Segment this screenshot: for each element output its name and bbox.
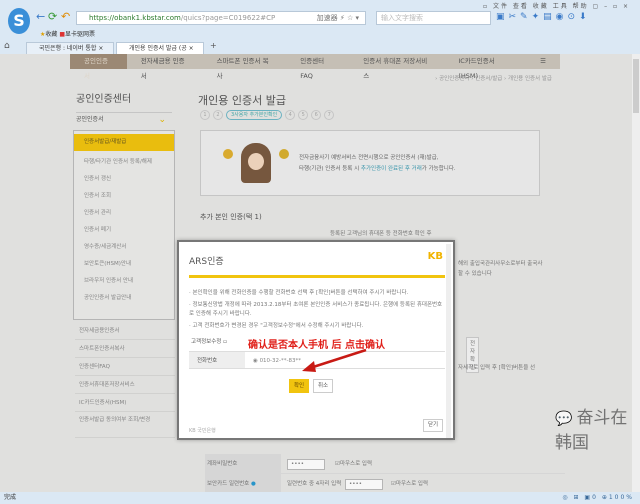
url-path: /quics?page=C019622#CP [180, 14, 276, 22]
phone-label: 전화번호 [189, 352, 245, 368]
close-button[interactable]: 닫기 [423, 419, 443, 432]
undo-icon[interactable]: ↶ [61, 10, 70, 23]
tab-label: 개인용 인증서 발급 (공 [129, 45, 187, 52]
refresh-icon[interactable]: ⟳ [48, 10, 57, 23]
confirm-button[interactable]: 확인 [289, 379, 309, 393]
tab-label: 국민은행 : 네이버 통합 [39, 45, 97, 52]
tab-kb-active[interactable]: 개인용 인증서 발급 (공 × [116, 42, 204, 54]
annotation-arrow [302, 348, 367, 372]
scrollbar-thumb[interactable] [633, 59, 639, 113]
title-divider [189, 275, 445, 278]
note: · 본인확인을 위해 전화인증을 수행할 전화번호 선택 후 [확인]버튼을 선… [189, 290, 409, 296]
note: · 고객 전화번호가 변경된 경우 "고객정보수정"에서 수정해 주시기 바랍니… [189, 323, 364, 329]
bookmark-item[interactable]: 收藏 [45, 31, 57, 38]
home-icon[interactable]: ⌂ [4, 41, 10, 51]
back-icon[interactable]: ← [36, 10, 45, 23]
kb-logo: KB [427, 251, 443, 262]
tab-bar: ⌂ 국민은행 : 네이버 통합 × 개인용 인증서 발급 (공 × + [0, 41, 640, 54]
status-bar: 完成 ◎ ⊞ ▣0 ⊕100% [0, 492, 640, 504]
dialog-footer: KB 국민은행 [189, 428, 216, 434]
dialog-notes: · 본인확인을 위해 전화인증을 수행할 전화번호 선택 후 [확인]버튼을 선… [189, 289, 447, 334]
customer-info-link[interactable]: 고객정보수정 ▫ [191, 337, 227, 345]
menu-bar[interactable]: ▫ 文件 查看 收藏 工具 帮助 ▢ – ▫ × [483, 1, 630, 10]
tab-naver[interactable]: 국민은행 : 네이버 통합 × [26, 42, 114, 54]
status-text: 完成 [4, 494, 17, 501]
browser-chrome: S ← ⟳ ↶ https://obank1.kbstar.com/quics?… [0, 0, 640, 54]
new-tab-icon[interactable]: + [210, 41, 217, 50]
bookmark-item[interactable]: 显卡驱网票 [65, 31, 95, 38]
url-host: https://obank1.kbstar.com [89, 14, 181, 22]
toolbar-icons[interactable]: ▣✂✎✦▤◉⊙⬇ [496, 12, 591, 22]
address-bar[interactable]: https://obank1.kbstar.com/quics?page=C01… [76, 11, 366, 25]
browser-logo: S [8, 8, 30, 34]
search-input[interactable]: 输入文字搜索 [376, 11, 491, 25]
cancel-button[interactable]: 취소 [313, 379, 333, 393]
page-scrollbar[interactable] [632, 54, 640, 492]
phone-radio[interactable]: ◉ 010-32-**-83** [253, 352, 301, 370]
phone-number: 010-32-**-83** [259, 358, 302, 364]
dialog-scrollbar[interactable] [446, 244, 451, 438]
status-icons[interactable]: ◎ ⊞ ▣0 ⊕100% [562, 492, 634, 504]
dialog-title: ARS인증 [189, 257, 224, 267]
bookmarks-bar: ★收藏 ■显卡驱网票 [40, 29, 95, 38]
address-extras[interactable]: 加速器 ⚡ ☆ ▾ [317, 12, 359, 24]
note: · 정보통신망법 개정에 따라 2013.2.18부터 초여론 본인인증 서비스… [189, 302, 443, 317]
